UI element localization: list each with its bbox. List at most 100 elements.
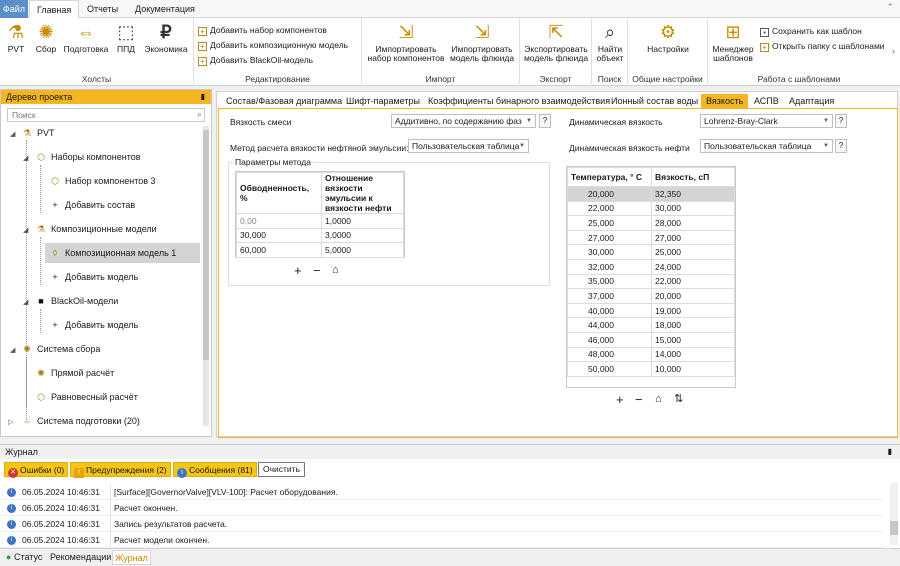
table-row[interactable]: 50,000 10,000 bbox=[567, 361, 735, 377]
menu-tab-docs[interactable]: Документация bbox=[128, 0, 202, 18]
open-template-folder-button[interactable]: + Открыть папку с шаблонами bbox=[760, 40, 885, 52]
tree-node-add-composition[interactable]: + Добавить состав bbox=[49, 195, 135, 215]
mix-viscosity-help-button[interactable]: ? bbox=[539, 114, 551, 128]
settings-button[interactable]: ⚙ Настройки bbox=[642, 21, 694, 54]
gathering-button[interactable]: ✺ Сбор bbox=[32, 21, 60, 54]
remove-row-icon[interactable]: − bbox=[635, 393, 643, 406]
tree-node-compositional-model-1[interactable]: ◊ Композиционная модель 1 bbox=[45, 243, 200, 263]
list-item[interactable]: i 06.05.2024 10:46:31 Запись результатов р… bbox=[0, 517, 884, 532]
add-row-icon[interactable]: + bbox=[294, 264, 302, 277]
ppd-button[interactable]: ⬚ ППД bbox=[112, 21, 140, 54]
tab-binary-coefficients[interactable]: Коэффициенты бинарного взаимодействия bbox=[423, 94, 615, 108]
table-row[interactable]: 25,000 28,000 bbox=[567, 215, 735, 231]
table-cell[interactable]: 22,000 bbox=[567, 200, 652, 217]
table-row[interactable]: 60,000 5,0000 bbox=[236, 242, 404, 258]
journal-tab[interactable]: Журнал bbox=[112, 550, 151, 565]
tab-composition[interactable]: Состав/Фазовая диаграмма bbox=[221, 94, 347, 108]
import-components-button[interactable]: ⇲ Импортировать набор компонентов bbox=[366, 21, 446, 63]
table-cell[interactable]: 46,000 bbox=[567, 331, 652, 348]
menu-tab-home[interactable]: Главная bbox=[29, 0, 80, 19]
table-row[interactable]: 22,000 30,000 bbox=[567, 200, 735, 217]
table-cell[interactable]: 19,000 bbox=[651, 302, 735, 319]
oil-viscosity-select[interactable]: Пользовательская таблица ▼ bbox=[700, 139, 833, 153]
table-cell[interactable]: 25,000 bbox=[651, 244, 735, 260]
tree-node-pvt[interactable]: ⚗ PVT bbox=[21, 123, 55, 143]
tree-node-add-blackoil-model[interactable]: + Добавить модель bbox=[49, 315, 138, 335]
table-cell[interactable]: 32,000 bbox=[567, 258, 652, 275]
column-header[interactable]: Отношение вязкости эмульсии к вязкости н… bbox=[321, 172, 404, 214]
menu-tab-reports[interactable]: Отчеты bbox=[80, 0, 125, 18]
add-compositional-model-button[interactable]: + Добавить композиционную модель bbox=[198, 39, 348, 51]
messages-filter[interactable]: i Сообщения (81) bbox=[173, 462, 257, 478]
collapse-icon[interactable]: ◢ bbox=[23, 226, 28, 234]
expand-icon[interactable]: ▷ bbox=[8, 418, 13, 426]
table-row[interactable]: 44,000 18,000 bbox=[567, 317, 735, 333]
table-cell[interactable]: 5,0000 bbox=[321, 242, 404, 258]
column-header[interactable]: Температура, ° С bbox=[567, 167, 652, 187]
tab-shift-params[interactable]: Шифт-параметры bbox=[341, 94, 425, 108]
tab-viscosity[interactable]: Вязкость bbox=[701, 94, 749, 108]
table-cell[interactable]: 30,000 bbox=[236, 227, 322, 244]
table-row[interactable]: 0,00 1,0000 bbox=[236, 213, 404, 229]
table-cell[interactable]: 14,000 bbox=[651, 346, 735, 363]
table-cell[interactable]: 25,000 bbox=[567, 215, 652, 231]
table-row[interactable]: 48,000 14,000 bbox=[567, 346, 735, 363]
tree-scrollbar-thumb[interactable] bbox=[203, 130, 209, 360]
tree-node-component-sets[interactable]: ⬡ Наборы компонентов bbox=[35, 147, 140, 167]
list-item[interactable]: i 06.05.2024 10:46:31 Расчет модели оконче… bbox=[0, 533, 884, 548]
errors-filter[interactable]: ✕ Ошибки (0) bbox=[4, 462, 69, 478]
table-cell[interactable]: 24,000 bbox=[651, 258, 735, 275]
table-row[interactable]: 30,000 3,0000 bbox=[236, 227, 404, 244]
clear-table-icon[interactable]: ⌂ bbox=[655, 393, 662, 406]
preparation-button[interactable]: ⇔ Подготовка bbox=[62, 21, 110, 54]
table-cell[interactable]: 1,0000 bbox=[321, 213, 404, 229]
table-cell[interactable]: 20,000 bbox=[651, 288, 735, 304]
table-cell[interactable]: 27,000 bbox=[567, 229, 652, 246]
table-cell[interactable]: 60,000 bbox=[236, 242, 322, 258]
table-cell[interactable]: 40,000 bbox=[567, 302, 652, 319]
table-cell[interactable]: 20,000 bbox=[567, 186, 652, 202]
tree-node-compositional-models[interactable]: ⚗ Композиционные модели bbox=[35, 219, 157, 239]
add-component-set-button[interactable]: + Добавить набор компонентов bbox=[198, 24, 327, 36]
table-cell[interactable]: 30,000 bbox=[651, 200, 735, 217]
table-cell[interactable]: 50,000 bbox=[567, 361, 652, 377]
collapse-icon[interactable]: ◢ bbox=[10, 346, 15, 354]
find-object-button[interactable]: ⌕ Найти объект bbox=[594, 21, 626, 63]
table-cell[interactable]: 0,00 bbox=[236, 213, 322, 229]
economics-button[interactable]: ₽ Экономика bbox=[142, 21, 190, 54]
menu-file[interactable]: Файл bbox=[0, 0, 28, 18]
add-blackoil-model-button[interactable]: + Добавить BlackOil-модель bbox=[198, 54, 313, 66]
import-fluid-button[interactable]: ⇲ Импортировать модель флюида bbox=[448, 21, 516, 63]
collapse-ribbon-icon[interactable]: ⌃ bbox=[886, 2, 894, 13]
table-row[interactable]: 20,000 32,350 bbox=[567, 186, 735, 202]
tab-aspv[interactable]: АСПВ bbox=[749, 94, 784, 108]
table-row[interactable]: 46,000 15,000 bbox=[567, 331, 735, 348]
table-row[interactable]: 37,000 20,000 bbox=[567, 288, 735, 304]
table-cell[interactable]: 18,000 bbox=[651, 317, 735, 333]
clear-journal-button[interactable]: Очистить bbox=[258, 462, 306, 477]
table-cell[interactable]: 28,000 bbox=[651, 215, 735, 231]
tab-adaptation[interactable]: Адаптация bbox=[784, 94, 839, 108]
dynamic-viscosity-select[interactable]: Lohrenz-Bray-Clark ▼ bbox=[700, 114, 833, 128]
table-cell[interactable]: 35,000 bbox=[567, 273, 652, 290]
tree-node-equilibrium-calc[interactable]: ⬡ Равновесный расчёт bbox=[35, 387, 138, 407]
sort-icon[interactable]: ⇅ bbox=[674, 393, 683, 406]
export-fluid-button[interactable]: ⇱ Экспортировать модель флюида bbox=[522, 21, 590, 63]
tree-node-add-model[interactable]: + Добавить модель bbox=[49, 267, 138, 287]
table-cell[interactable]: 48,000 bbox=[567, 346, 652, 363]
dynamic-viscosity-help-button[interactable]: ? bbox=[835, 114, 847, 128]
table-cell[interactable]: 27,000 bbox=[651, 229, 735, 246]
oil-viscosity-help-button[interactable]: ? bbox=[835, 139, 847, 153]
clear-table-icon[interactable]: ⌂ bbox=[332, 264, 339, 277]
table-cell[interactable]: 3,0000 bbox=[321, 227, 404, 244]
pvt-button[interactable]: ⚗ PVT bbox=[4, 21, 28, 54]
collapse-icon[interactable]: ◢ bbox=[10, 130, 15, 138]
template-manager-button[interactable]: ⊞ Менеджер шаблонов bbox=[710, 21, 756, 63]
table-row[interactable]: 30,000 25,000 bbox=[567, 244, 735, 260]
journal-scrollbar[interactable] bbox=[890, 483, 898, 545]
pin-icon[interactable]: ▮ bbox=[201, 90, 205, 104]
tree-node-blackoil-models[interactable]: ■ BlackOil-модели bbox=[35, 291, 118, 311]
journal-scrollbar-thumb[interactable] bbox=[890, 521, 898, 535]
tree-scrollbar[interactable] bbox=[203, 126, 209, 426]
tree-node-direct-calc[interactable]: ✺ Прямой расчёт bbox=[35, 363, 114, 383]
